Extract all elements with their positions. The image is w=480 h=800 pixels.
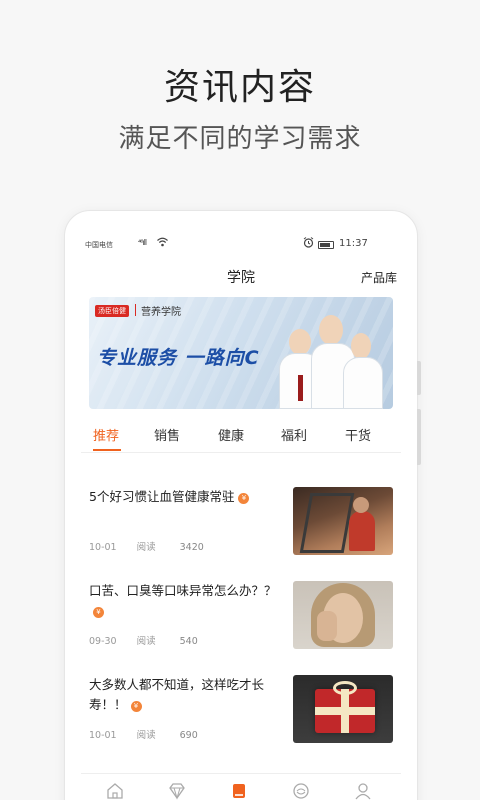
- read-count: 3420: [179, 542, 204, 553]
- carrier-label: 中国电信: [85, 241, 113, 249]
- volume-button: [417, 361, 421, 395]
- status-bar: 中国电信 ⁴⁶ıll 11:37: [81, 237, 401, 255]
- tab-health[interactable]: 健康: [218, 425, 244, 444]
- top-nav: 学院 产品库: [81, 261, 401, 291]
- article-item[interactable]: 大多数人都不知道，这样吃才长寿！！ ¥ 10-01 阅读 690: [89, 675, 393, 745]
- coin-icon: ¥: [93, 607, 104, 618]
- article-title: 大多数人都不知道，这样吃才长寿！！ ¥: [89, 677, 265, 712]
- coin-icon: ¥: [130, 701, 142, 712]
- bottom-nav-home[interactable]: 首页: [91, 782, 139, 800]
- user-icon: [355, 783, 371, 800]
- phone-frame: 中国电信 ⁴⁶ıll 11:37 学院 产品库 汤臣倍健 营养学院 专业服务 一…: [64, 210, 421, 800]
- bottom-nav-academy[interactable]: 学院: [215, 782, 263, 800]
- article-date: 10-01: [89, 542, 117, 553]
- slogan-text: 专业服务 一路向: [97, 347, 245, 369]
- article-thumbnail: [293, 487, 393, 555]
- article-date: 09-30: [89, 636, 117, 647]
- chat-icon: [293, 783, 309, 799]
- person-coat: [343, 357, 383, 409]
- page-title: 学院: [227, 270, 255, 286]
- promo-subline: 满足不同的学习需求: [118, 124, 362, 154]
- battery-icon: [318, 241, 334, 249]
- article-meta: 10-01 阅读 3420: [89, 539, 244, 553]
- article-title: 5个好习惯让血管健康常驻 ¥: [89, 487, 277, 507]
- wifi-icon: [157, 237, 168, 250]
- brand-logo: 汤臣倍健: [95, 305, 129, 317]
- bottom-nav-service[interactable]: 服务: [153, 782, 201, 800]
- product-library-link[interactable]: 产品库: [361, 269, 397, 286]
- tab-welfare[interactable]: 福利: [281, 425, 307, 444]
- person-head: [289, 329, 311, 355]
- bottom-nav-interact[interactable]: 互动: [277, 782, 325, 800]
- article-thumbnail: [293, 675, 393, 743]
- tab-sales[interactable]: 销售: [154, 425, 180, 444]
- article-date: 10-01: [89, 730, 117, 741]
- banner-slogan: 专业服务 一路向C: [97, 343, 260, 370]
- read-label: 阅读 690: [136, 730, 198, 741]
- book-icon: [233, 784, 245, 798]
- person-head: [351, 333, 371, 359]
- tab-recommend[interactable]: 推荐: [93, 425, 119, 444]
- read-label: 阅读 540: [136, 636, 198, 647]
- alarm-icon: [303, 237, 314, 251]
- slogan-accent: C: [244, 347, 260, 369]
- article-item[interactable]: 口苦、口臭等口味异常怎么办？？¥ 09-30 阅读 540: [89, 581, 393, 651]
- category-tabs: 推荐 销售 健康 福利 干货: [81, 419, 401, 453]
- status-time: 11:37: [339, 238, 368, 249]
- read-count: 690: [179, 730, 198, 741]
- tab-tips[interactable]: 干货: [345, 425, 371, 444]
- bottom-navigation: 首页 服务 学院 互动 我的: [81, 773, 401, 800]
- power-button: [417, 409, 421, 465]
- banner-academy-label: 营养学院: [141, 307, 181, 318]
- banner[interactable]: 汤臣倍健 营养学院 专业服务 一路向C: [89, 297, 393, 409]
- app-screen: 中国电信 ⁴⁶ıll 11:37 学院 产品库 汤臣倍健 营养学院 专业服务 一…: [81, 233, 401, 800]
- diamond-icon: [169, 783, 185, 800]
- coin-icon: ¥: [238, 493, 250, 504]
- person-tie: [298, 375, 303, 401]
- bottom-nav-mine[interactable]: 我的: [339, 782, 387, 800]
- article-item[interactable]: 5个好习惯让血管健康常驻 ¥ 10-01 阅读 3420: [89, 487, 393, 557]
- read-count: 540: [179, 636, 198, 647]
- article-meta: 10-01 阅读 690: [89, 727, 238, 741]
- article-title: 口苦、口臭等口味异常怎么办？？¥: [89, 583, 277, 618]
- signal-icon: ⁴⁶ıll: [138, 238, 147, 247]
- article-thumbnail: [293, 581, 393, 649]
- promo-headline: 资讯内容: [163, 67, 316, 108]
- article-meta: 09-30 阅读 540: [89, 633, 238, 647]
- read-label: 阅读 3420: [136, 542, 204, 553]
- logo-divider: [135, 304, 136, 316]
- active-tab-indicator: [93, 449, 121, 451]
- home-icon: [107, 783, 123, 799]
- person-head: [319, 315, 343, 345]
